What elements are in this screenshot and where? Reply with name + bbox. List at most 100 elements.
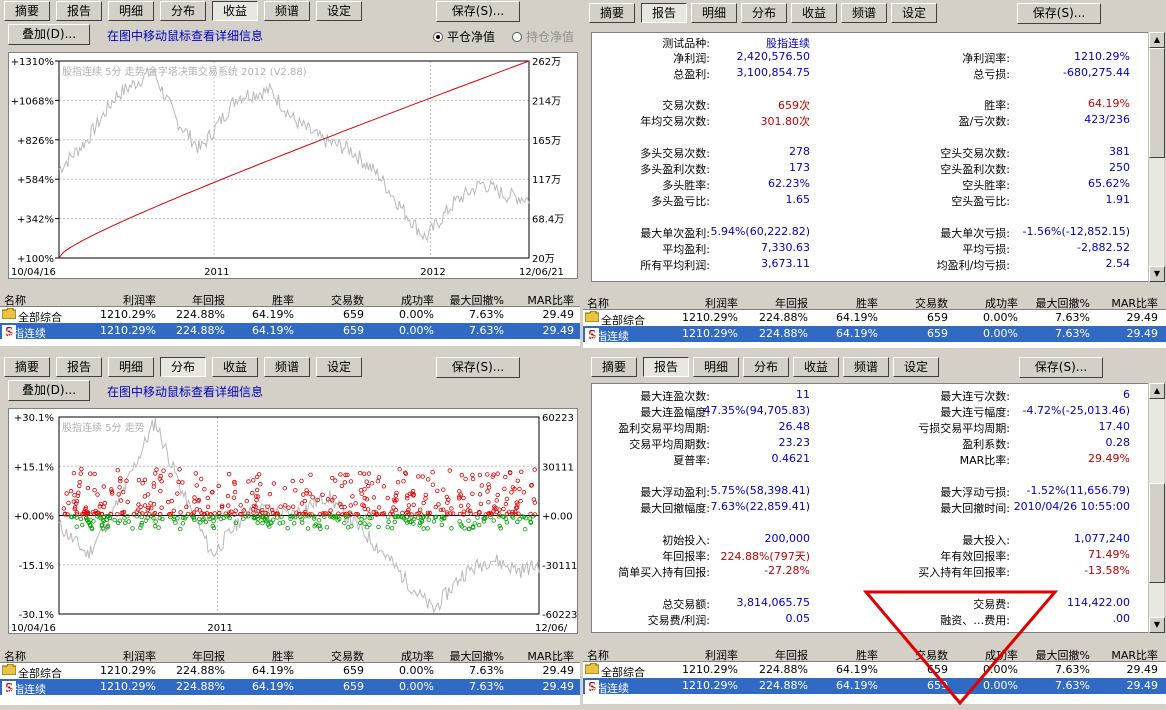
cell: 1210.29%: [682, 679, 738, 692]
table-row-selected[interactable]: S 股指连续 1210.29% 224.88% 64.19% 659 0.00% …: [0, 323, 580, 340]
save-button[interactable]: 保存(S)...: [1019, 357, 1103, 378]
cell: 7.63%: [469, 308, 504, 321]
scroll-up-icon[interactable]: ▲: [1149, 383, 1165, 399]
tab-detail[interactable]: 明细: [108, 1, 154, 21]
equity-chart-svg: +1310% 262万 +1068% 214万 +826% 165万 +584% 117万 +3…: [11, 57, 565, 278]
profit-point: [192, 499, 197, 504]
tab-summary[interactable]: 摘要: [4, 1, 50, 21]
tab-settings[interactable]: 设定: [316, 357, 362, 377]
tab-equity[interactable]: 收益: [793, 357, 839, 377]
profit-point: [175, 491, 180, 496]
distribution-chart[interactable]: +30.1% 60223 +15.1% 30111 +0.00% +0.00 -15.1% -…: [8, 408, 578, 634]
table-row-selected[interactable]: S 股指连续 1210.29% 224.88% 64.19% 659 0.00% …: [583, 678, 1166, 695]
report-value: 62.23%: [768, 177, 810, 190]
profit-point: [433, 504, 438, 510]
report-value: 1.65: [785, 193, 811, 206]
radio-open-equity: 持仓净值: [512, 28, 574, 45]
table-row-selected[interactable]: S 股指连续 1210.29% 224.88% 64.19% 659 0.00% …: [583, 326, 1166, 343]
cell: 224.88%: [176, 680, 225, 693]
report-value: 股指连续: [766, 37, 810, 50]
tab-equity[interactable]: 收益: [212, 357, 258, 377]
save-button[interactable]: 保存(S)...: [436, 1, 520, 22]
col-mar: MAR比率: [1111, 297, 1158, 310]
tab-detail[interactable]: 明细: [693, 357, 739, 377]
report-value: 2.54: [1105, 257, 1131, 270]
tab-distribution[interactable]: 分布: [160, 1, 206, 21]
tab-summary[interactable]: 摘要: [589, 3, 635, 23]
loss-point: [290, 513, 296, 519]
overlay-button[interactable]: 叠加(D)...: [8, 24, 90, 45]
tab-settings[interactable]: 设定: [316, 1, 362, 21]
scroll-down-icon[interactable]: ▼: [1149, 617, 1165, 633]
tab-spectrum[interactable]: 频谱: [264, 1, 310, 21]
tab-equity[interactable]: 收益: [212, 1, 258, 21]
tab-distribution[interactable]: 分布: [743, 357, 789, 377]
tab-detail[interactable]: 明细: [108, 357, 154, 377]
cell: 64.19%: [836, 663, 878, 676]
table-row[interactable]: 全部综合 1210.29% 224.88% 64.19% 659 0.00% 7…: [583, 310, 1166, 327]
scroll-up-icon[interactable]: ▲: [1149, 32, 1165, 48]
cell: 0.00%: [983, 679, 1018, 692]
report-scrollbar[interactable]: ▲ ▼: [1148, 32, 1165, 282]
profit-point: [290, 504, 296, 509]
profit-point: [485, 472, 490, 477]
tab-report[interactable]: 报告: [643, 357, 689, 377]
profit-point: [154, 467, 159, 472]
tab-report[interactable]: 报告: [56, 357, 102, 377]
tab-settings[interactable]: 设定: [893, 357, 939, 377]
profit-point: [376, 505, 382, 510]
save-button[interactable]: 保存(S)...: [1017, 3, 1101, 24]
scroll-thumb[interactable]: [1149, 48, 1165, 158]
profit-point: [198, 476, 204, 482]
cell: 7.63%: [469, 680, 504, 693]
overlay-button[interactable]: 叠加(D)...: [8, 380, 90, 401]
tab-spectrum[interactable]: 频谱: [264, 357, 310, 377]
cell: 224.88%: [176, 664, 225, 677]
tab-report[interactable]: 报告: [641, 3, 687, 23]
table-row[interactable]: 全部综合 1210.29% 224.88% 64.19% 659 0.00% 7…: [0, 307, 580, 324]
scroll-down-icon[interactable]: ▼: [1149, 266, 1165, 282]
scroll-thumb[interactable]: [1149, 483, 1165, 583]
profit-point: [430, 482, 436, 487]
profit-point: [293, 488, 298, 493]
tab-settings[interactable]: 设定: [891, 3, 937, 23]
loss-point: [439, 522, 444, 528]
profit-point: [447, 468, 452, 473]
tab-spectrum[interactable]: 频谱: [843, 357, 889, 377]
save-button[interactable]: 保存(S)...: [436, 357, 520, 378]
table-row[interactable]: 全部综合 1210.29% 224.88% 64.19% 659 0.00% 7…: [583, 662, 1166, 679]
tab-detail[interactable]: 明细: [691, 3, 737, 23]
report-scrollbar[interactable]: ▲ ▼: [1148, 383, 1165, 633]
report-value: 11: [796, 388, 810, 401]
tab-distribution[interactable]: 分布: [741, 3, 787, 23]
folder-icon: [2, 308, 16, 319]
report-value: -2,882.52: [1077, 241, 1130, 254]
table-row-selected[interactable]: S 股指连续 1210.29% 224.88% 64.19% 659 0.00% …: [0, 679, 580, 696]
tab-report[interactable]: 报告: [56, 1, 102, 21]
profit-point: [401, 478, 406, 484]
profit-point: [364, 479, 369, 484]
profit-point: [136, 477, 142, 483]
tab-spectrum[interactable]: 频谱: [841, 3, 887, 23]
tab-equity[interactable]: 收益: [791, 3, 837, 23]
report-label: 多头胜率:: [662, 179, 710, 192]
col-win-rate: 胜率: [272, 294, 294, 307]
report-label: 空头胜率:: [962, 179, 1010, 192]
tab-summary[interactable]: 摘要: [4, 357, 50, 377]
tab-summary[interactable]: 摘要: [591, 357, 637, 377]
cell: 224.88%: [759, 679, 808, 692]
cell: 29.49: [542, 664, 575, 677]
loss-point: [472, 521, 477, 526]
radio-closed-equity[interactable]: 平仓净值: [433, 28, 495, 45]
y-tick-label: +1068%: [11, 96, 54, 107]
tab-distribution[interactable]: 分布: [160, 357, 206, 377]
row-name: 全部综合: [585, 311, 645, 327]
profit-point: [503, 501, 509, 507]
x-tick-label: 12/06/21: [519, 267, 564, 278]
report-value: -13.58%: [1084, 564, 1130, 577]
table-row[interactable]: 全部综合 1210.29% 224.88% 64.19% 659 0.00% 7…: [0, 663, 580, 680]
loss-point: [126, 519, 131, 524]
profit-point: [66, 500, 71, 506]
hover-hint: 在图中移动鼠标查看详细信息: [107, 385, 264, 399]
equity-chart[interactable]: +1310% 262万 +1068% 214万 +826% 165万 +584% 117万 +3…: [8, 52, 578, 279]
